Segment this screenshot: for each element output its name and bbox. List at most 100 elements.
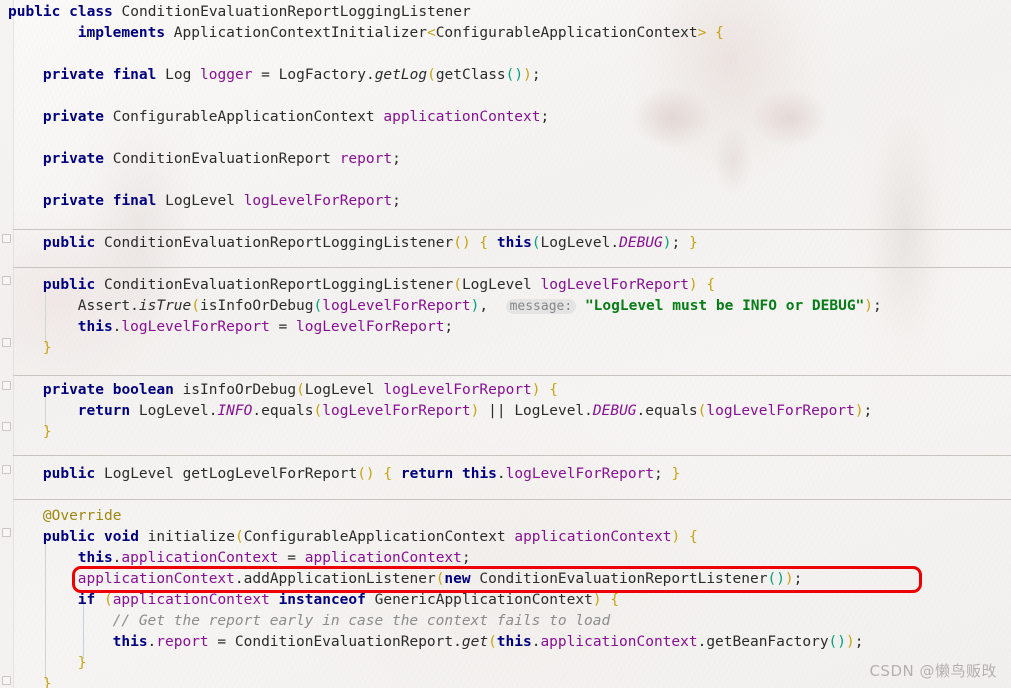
code-line[interactable]: private final Log logger = LogFactory.ge… (43, 65, 541, 86)
inlay-parameter-hint: message: (505, 299, 577, 314)
punctuation-token: = (278, 319, 288, 335)
bracket-token: ) (514, 67, 524, 83)
field-token: logLevelForReport (505, 466, 655, 482)
bracket-token: ( (828, 634, 838, 650)
punctuation-token: = (287, 550, 297, 566)
keyword-token: implements (77, 25, 166, 41)
punctuation-token: . (365, 67, 375, 83)
code-line[interactable]: this.applicationContext = applicationCon… (78, 548, 471, 569)
code-line[interactable]: } (43, 422, 52, 443)
field-token: logLevelForReport (322, 403, 471, 419)
punctuation-token (235, 193, 244, 209)
code-line[interactable]: this.logLevelForReport = logLevelForRepo… (78, 317, 453, 338)
punctuation-token: ; (671, 235, 681, 251)
bracket-token: { (706, 277, 716, 293)
punctuation-token (506, 403, 515, 419)
fold-marker-icon[interactable] (2, 528, 11, 537)
code-line[interactable]: this.report = ConditionEvaluationReport.… (113, 632, 864, 653)
code-line[interactable]: if (applicationContext instanceof Generi… (78, 590, 619, 611)
code-line[interactable]: public LogLevel getLogLevelForReport() {… (43, 464, 680, 485)
identifier-token: Log (165, 67, 192, 83)
field-token: applicationContext (304, 550, 462, 566)
keyword-token: public (8, 4, 61, 20)
bracket-token: } (688, 235, 698, 251)
identifier-token: isInfoOrDebug (182, 382, 297, 398)
identifier-token: ConditionEvaluationReportListener (479, 571, 768, 587)
keyword-token: public (42, 466, 96, 482)
punctuation-token (287, 319, 296, 335)
punctuation-token (497, 298, 506, 314)
code-line[interactable]: } (43, 338, 52, 359)
keyword-token: boolean (112, 382, 174, 398)
keyword-token: this (112, 634, 148, 650)
fold-marker-icon[interactable] (2, 422, 11, 431)
code-line[interactable]: public class ConditionEvaluationReportLo… (8, 2, 471, 23)
static-constant-token: INFO (217, 403, 253, 419)
code-line[interactable]: public ConditionEvaluationReportLoggingL… (43, 275, 715, 296)
identifier-token: LogFactory (278, 67, 366, 83)
punctuation-token (331, 151, 340, 167)
code-line[interactable]: } (78, 653, 87, 674)
code-line[interactable]: public ConditionEvaluationReportLoggingL… (43, 233, 698, 254)
punctuation-token: . (610, 235, 620, 251)
code-line[interactable]: public void initialize(ConfigurableAppli… (43, 527, 698, 548)
bracket-token: ( (191, 298, 200, 314)
code-line[interactable]: implements ApplicationContextInitializer… (78, 23, 724, 44)
keyword-token: final (112, 67, 157, 83)
fold-marker-icon[interactable] (2, 338, 11, 347)
code-editor[interactable]: public class ConditionEvaluationReportLo… (0, 0, 1011, 688)
code-line[interactable]: @Override (43, 506, 122, 527)
member-separator (13, 499, 1011, 500)
keyword-token: public (42, 235, 96, 251)
punctuation-token (226, 634, 235, 650)
punctuation-token (453, 466, 462, 482)
code-line[interactable]: private ConditionEvaluationReport report… (43, 149, 401, 170)
punctuation-token (488, 298, 497, 314)
keyword-token: instanceof (278, 592, 366, 608)
fold-marker-icon[interactable] (2, 676, 11, 685)
punctuation-token: . (234, 571, 244, 587)
field-token: report (339, 151, 393, 167)
punctuation-token: ; (531, 67, 541, 83)
static-method-token: getLog (374, 67, 428, 83)
keyword-token: private (42, 151, 104, 167)
bracket-token: ) (854, 403, 864, 419)
punctuation-token (130, 403, 139, 419)
punctuation-token (95, 466, 104, 482)
punctuation-token (95, 277, 104, 293)
punctuation-token: ; (392, 193, 401, 209)
bracket-token: ( (427, 67, 436, 83)
code-line[interactable]: Assert.isTrue(isInfoOrDebug(logLevelForR… (78, 296, 882, 317)
punctuation-token: ; (793, 571, 803, 587)
code-line[interactable]: private boolean isInfoOrDebug(LogLevel l… (43, 380, 558, 401)
punctuation-token (104, 151, 113, 167)
keyword-token: void (104, 529, 139, 545)
fold-marker-icon[interactable] (2, 234, 11, 243)
code-line[interactable]: private final LogLevel logLevelForReport… (43, 191, 401, 212)
code-line[interactable]: } (43, 674, 52, 688)
code-line[interactable]: private ConfigurableApplicationContext a… (43, 107, 549, 128)
punctuation-token: | (496, 403, 506, 419)
punctuation-token (532, 277, 541, 293)
punctuation-token: . (252, 403, 262, 419)
bracket-token: ) (784, 571, 794, 587)
keyword-token: return (77, 403, 131, 419)
bracket-token: ) (837, 634, 847, 650)
identifier-token: LogLevel (165, 193, 235, 209)
fold-marker-icon[interactable] (2, 276, 11, 285)
punctuation-token (270, 319, 279, 335)
bracket-token: } (77, 655, 87, 671)
code-line[interactable]: return LogLevel.INFO.equals(logLevelForR… (78, 401, 873, 422)
code-line[interactable]: applicationContext.addApplicationListene… (78, 569, 803, 590)
identifier-token: ConditionEvaluationReport (112, 151, 331, 167)
fold-marker-icon[interactable] (2, 465, 11, 474)
code-line[interactable]: // Get the report early in case the cont… (113, 611, 611, 632)
punctuation-token (95, 235, 104, 251)
bracket-token: ) (523, 67, 532, 83)
bracket-token: ( (296, 382, 305, 398)
punctuation-token: | (488, 403, 497, 419)
punctuation-token (191, 67, 200, 83)
fold-marker-icon[interactable] (2, 381, 11, 390)
bracket-token: ) (365, 466, 375, 482)
bracket-token: } (42, 424, 52, 440)
